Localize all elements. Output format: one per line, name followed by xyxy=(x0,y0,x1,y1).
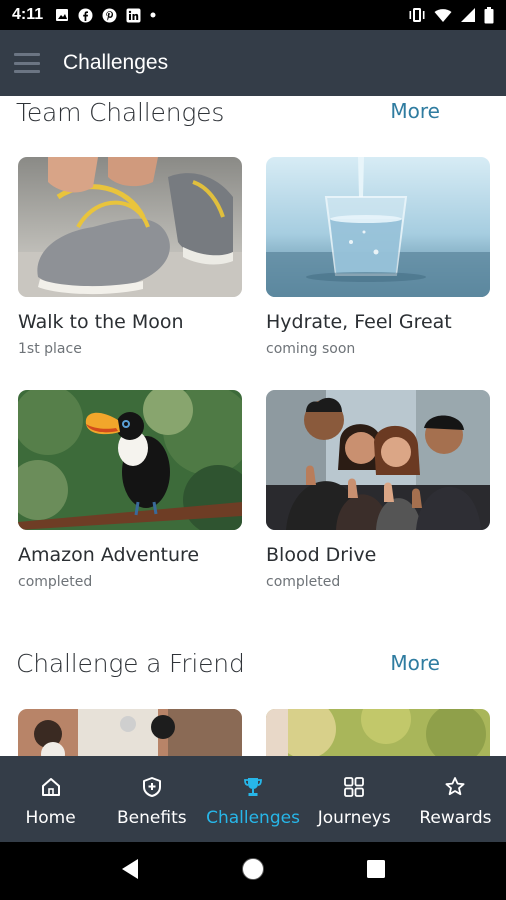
card-status: coming soon xyxy=(266,341,356,357)
system-icons xyxy=(408,6,494,24)
office-people-photo xyxy=(18,709,242,756)
recents-icon[interactable] xyxy=(366,859,386,883)
team-challenges-more-link[interactable]: More xyxy=(390,99,440,123)
challenges-content[interactable]: Team Challenges More Walk to the Moon 1s… xyxy=(0,96,506,756)
challenge-a-friend-header: Challenge a Friend More xyxy=(0,649,506,689)
page-title: Challenges xyxy=(63,51,169,74)
status-time: 4:11 xyxy=(12,6,44,23)
hamburger-menu-icon[interactable] xyxy=(14,53,40,73)
status-bar: 4:11 xyxy=(0,0,506,30)
toucan-photo xyxy=(18,390,242,530)
facebook-icon xyxy=(78,8,93,23)
wifi-icon xyxy=(434,8,452,23)
battery-icon xyxy=(484,6,494,24)
back-icon[interactable] xyxy=(120,858,140,884)
app-bar: Challenges xyxy=(0,30,506,96)
dot-icon xyxy=(150,12,156,18)
nav-label: Rewards xyxy=(419,808,492,828)
challenge-card-amazon-adventure[interactable]: Amazon Adventure completed xyxy=(18,390,242,590)
linkedin-icon xyxy=(126,8,141,23)
nav-item-challenges[interactable]: Challenges xyxy=(202,756,303,842)
photo-icon xyxy=(55,8,69,22)
card-title: Walk to the Moon xyxy=(18,311,184,333)
home-circle-icon[interactable] xyxy=(240,856,266,886)
home-icon xyxy=(38,774,64,800)
challenge-card-blood-drive[interactable]: Blood Drive completed xyxy=(266,390,490,590)
shield-plus-icon xyxy=(139,774,165,800)
nav-item-journeys[interactable]: Journeys xyxy=(304,756,405,842)
challenge-a-friend-more-link[interactable]: More xyxy=(390,651,440,675)
bottom-navigation: Home Benefits Challenges Journeys Reward… xyxy=(0,756,506,842)
nav-item-benefits[interactable]: Benefits xyxy=(101,756,202,842)
friend-challenge-card[interactable] xyxy=(18,709,242,756)
nav-label: Benefits xyxy=(117,808,187,828)
section-title: Team Challenges xyxy=(16,98,225,127)
trophy-icon xyxy=(240,774,266,800)
pinterest-icon xyxy=(102,8,117,23)
notification-icons xyxy=(55,8,156,23)
nav-label: Home xyxy=(25,808,76,828)
running-shoes-photo xyxy=(18,157,242,297)
card-title: Amazon Adventure xyxy=(18,544,200,566)
nav-item-rewards[interactable]: Rewards xyxy=(405,756,506,842)
system-navigation-bar xyxy=(0,842,506,900)
nav-label: Journeys xyxy=(317,808,391,828)
grid-icon xyxy=(341,774,367,800)
challenge-card-walk-to-the-moon[interactable]: Walk to the Moon 1st place xyxy=(18,157,242,357)
card-status: completed xyxy=(266,574,341,590)
section-title: Challenge a Friend xyxy=(16,649,245,678)
card-title: Hydrate, Feel Great xyxy=(266,311,452,333)
star-icon xyxy=(442,774,468,800)
challenge-card-hydrate-feel-great[interactable]: Hydrate, Feel Great coming soon xyxy=(266,157,490,357)
card-title: Blood Drive xyxy=(266,544,377,566)
signal-icon xyxy=(460,7,476,23)
nav-label: Challenges xyxy=(206,808,300,828)
card-status: 1st place xyxy=(18,341,82,357)
outdoor-greenery-photo xyxy=(266,709,490,756)
team-challenges-header: Team Challenges More xyxy=(0,96,506,136)
friend-challenge-card[interactable] xyxy=(266,709,490,756)
water-glass-photo xyxy=(266,157,490,297)
nav-item-home[interactable]: Home xyxy=(0,756,101,842)
card-status: completed xyxy=(18,574,93,590)
group-thumbs-up-photo xyxy=(266,390,490,530)
vibrate-icon xyxy=(408,7,426,23)
